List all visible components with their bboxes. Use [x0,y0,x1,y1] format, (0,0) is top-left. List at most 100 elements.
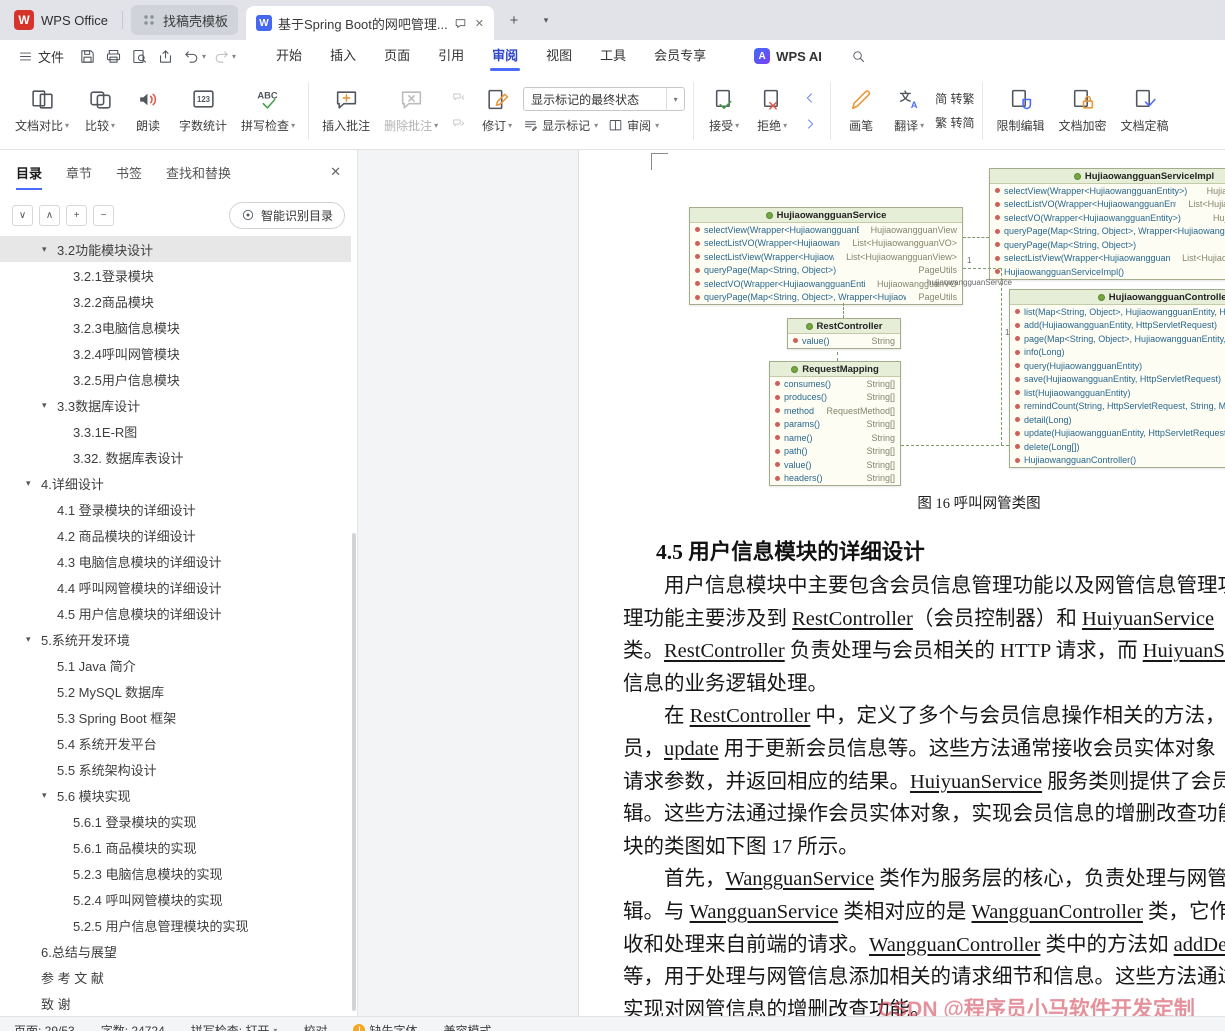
tab-close-button[interactable]: ✕ [473,17,484,30]
sidebar-close-button[interactable]: ✕ [330,164,341,180]
ribbon-button-文档加密[interactable]: 文档加密 [1053,83,1111,138]
ribbon-button-修订[interactable]: 修订 ▾ [475,83,519,138]
ribbon-button-显示标记[interactable]: 显示标记 ▾ [523,117,598,134]
prev-change-button[interactable] [798,87,822,108]
menu-tab-引用[interactable]: 引用 [424,40,478,72]
undo-dropdown[interactable]: ▾ [202,52,206,61]
toc-item[interactable]: 3.2.3电脑信息模块 [0,314,351,340]
toc-item[interactable]: 5.4 系统开发平台 [0,730,351,756]
status-item[interactable]: 拼写检查: 打开 ▾ [191,1022,278,1031]
toc-expand-arrow[interactable]: ▾ [42,244,57,255]
toc-item[interactable]: 5.2.5 用户信息管理模块的实现 [0,912,351,938]
document-tab[interactable]: 找稿壳模板 [130,5,238,35]
status-item[interactable]: 兼容模式 [443,1022,491,1031]
sidebar-tab-查找和替换[interactable]: 查找和替换 [166,163,231,182]
status-item[interactable]: ! 缺失字体 [353,1022,417,1031]
search-button[interactable] [846,43,872,69]
toc-collapse-all-button[interactable]: ∨ [12,204,33,226]
toc-item-label: 4.3 电脑信息模块的详细设计 [57,554,222,570]
toc-expand-arrow[interactable]: ▾ [26,478,41,489]
ribbon-button-插入批注[interactable]: 插入批注 [317,83,375,138]
toc-item[interactable]: ▾ 3.3数据库设计 [0,392,351,418]
smart-toc-button[interactable]: 智能识别目录 [228,201,345,229]
toc-item[interactable]: 5.5 系统架构设计 [0,756,351,782]
new-tab-button[interactable]: + [502,8,526,32]
menu-tab-工具[interactable]: 工具 [586,40,640,72]
wps-ai-button[interactable]: A WPS AI [754,48,822,64]
status-item[interactable]: 字数: 24724 [101,1022,165,1031]
toc-item[interactable]: 3.3.1E-R图 [0,418,351,444]
redo-button[interactable] [209,44,233,68]
status-item[interactable]: 页面: 29/53 [14,1022,75,1031]
toc-item[interactable]: 5.2.4 呼叫网管模块的实现 [0,886,351,912]
ribbon-button-比较[interactable]: 比较 ▾ [78,83,122,138]
toc-item[interactable]: 5.2.3 电脑信息模块的实现 [0,860,351,886]
toc-expand-all-button[interactable]: ∧ [39,204,60,226]
toc-item[interactable]: 4.3 电脑信息模块的详细设计 [0,548,351,574]
toc-item[interactable]: 致 谢 [0,990,351,1016]
sidebar-tab-章节[interactable]: 章节 [66,163,92,182]
sidebar-tab-书签[interactable]: 书签 [116,163,142,182]
file-menu-button[interactable]: 文件 [8,40,74,72]
sidebar-scrollbar[interactable] [352,533,356,1011]
toc-expand-arrow[interactable]: ▾ [42,790,57,801]
status-item[interactable]: 校对 [303,1022,327,1031]
next-change-button[interactable] [798,113,822,134]
toc-item[interactable]: 3.32. 数据库表设计 [0,444,351,470]
print-button[interactable] [101,44,125,68]
toc-item[interactable]: 5.2 MySQL 数据库 [0,678,351,704]
toc-item[interactable]: ▾ 5.6 模块实现 [0,782,351,808]
save-button[interactable] [75,44,99,68]
ribbon-button-文档对比[interactable]: 文档对比 ▾ [10,83,74,138]
ribbon-button-字数统计[interactable]: 123 字数统计 [174,83,232,138]
ribbon-button-审阅[interactable]: 审阅 ▾ [608,117,659,134]
undo-button[interactable] [179,44,203,68]
menu-tab-视图[interactable]: 视图 [532,40,586,72]
toc-item[interactable]: 4.5 用户信息模块的详细设计 [0,600,351,626]
toc-item[interactable]: 5.6.1 商品模块的实现 [0,834,351,860]
menu-tab-页面[interactable]: 页面 [370,40,424,72]
toc-item[interactable]: 4.2 商品模块的详细设计 [0,522,351,548]
toc-item[interactable]: 3.2.2商品模块 [0,288,351,314]
ribbon-button-画笔[interactable]: 画笔 [839,83,883,138]
sidebar-tab-目录[interactable]: 目录 [16,163,43,190]
ribbon-button-拒绝[interactable]: 拒绝 ▾ [750,83,794,138]
ribbon-button-拼写检查[interactable]: ABC 拼写检查 ▾ [236,83,300,138]
toc-item[interactable]: 4.4 呼叫网管模块的详细设计 [0,574,351,600]
toc-item[interactable]: 3.2.5用户信息模块 [0,366,351,392]
toc-item[interactable]: 3.2.4呼叫网管模块 [0,340,351,366]
combo-dropdown-icon[interactable]: ▾ [666,88,684,110]
toc-item[interactable]: 5.1 Java 简介 [0,652,351,678]
toc-expand-arrow[interactable]: ▾ [42,400,57,411]
menu-tab-开始[interactable]: 开始 [262,40,316,72]
toc-zoom-out-button[interactable]: − [93,204,114,226]
preview-button[interactable] [127,44,151,68]
toc-expand-arrow[interactable]: ▾ [26,634,41,645]
ribbon-button-文档定稿[interactable]: 文档定稿 [1116,83,1174,138]
toc-item[interactable]: 参 考 文 献 [0,964,351,990]
ribbon-button-翻译[interactable]: 文 A 翻译 ▾ [887,83,931,138]
ribbon-button-接受[interactable]: 接受 ▾ [702,83,746,138]
toc-item[interactable]: ▾ 3.2功能模块设计 [0,236,351,262]
wps-office-brand[interactable]: W WPS Office [0,0,122,40]
toc-zoom-in-button[interactable]: + [66,204,87,226]
export-button[interactable] [153,44,177,68]
ribbon-button-朗读[interactable]: 朗读 [126,83,170,138]
markup-state-combo[interactable]: 显示标记的最终状态 ▾ [523,87,686,111]
document-page[interactable]: HujiaowangguanService selectView(Wrapper<… [578,150,1225,1016]
toc-item[interactable]: ▾ 4.详细设计 [0,470,351,496]
ribbon-button-限制编辑[interactable]: 限制编辑 [991,83,1049,138]
toc-item[interactable]: 4.1 登录模块的详细设计 [0,496,351,522]
toc-item[interactable]: 5.3 Spring Boot 框架 [0,704,351,730]
menu-tab-插入[interactable]: 插入 [316,40,370,72]
toc-item[interactable]: 3.2.1登录模块 [0,262,351,288]
toc-item[interactable]: 5.6.1 登录模块的实现 [0,808,351,834]
menu-tab-审阅[interactable]: 审阅 [478,40,532,72]
ribbon-button-简 转繁[interactable]: 简 转繁 [935,90,974,107]
tab-list-dropdown[interactable]: ▾ [534,8,558,32]
menu-tab-会员专享[interactable]: 会员专享 [640,40,720,72]
document-tab[interactable]: W 基于Spring Boot的网吧管理... ✕ [245,6,494,40]
toc-item[interactable]: 6.总结与展望 [0,938,351,964]
toc-item[interactable]: ▾ 5.系统开发环境 [0,626,351,652]
ribbon-button-繁 转简[interactable]: 繁 转简 [935,114,974,131]
